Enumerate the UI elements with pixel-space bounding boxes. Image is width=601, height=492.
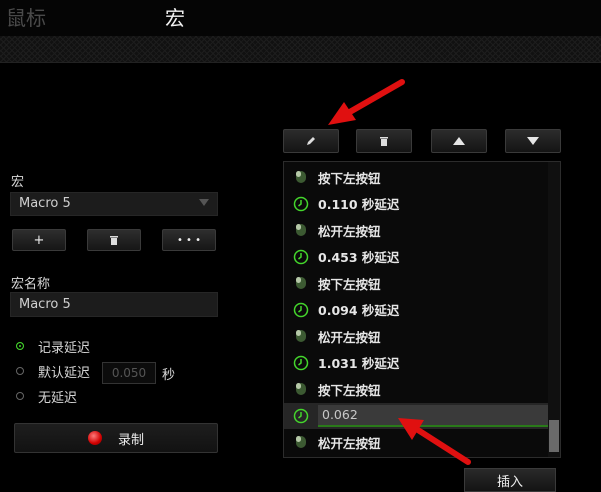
list-item-label: 按下左按钮 [318, 170, 381, 186]
move-down-button[interactable] [505, 129, 561, 153]
clock-icon [292, 354, 310, 372]
add-macro-button[interactable]: + [12, 229, 66, 251]
list-item-label: 按下左按钮 [318, 276, 381, 292]
list-item-label: 松开左按钮 [318, 435, 381, 451]
delay-edit-input[interactable]: 0.062 [318, 404, 548, 427]
record-delay-label: 记录延迟 [38, 341, 91, 356]
list-item-label: 0.110 秒延迟 [318, 197, 400, 212]
list-item[interactable]: 0.453 秒延迟 [284, 244, 548, 270]
mouse-icon [292, 221, 310, 239]
no-delay-label: 无延迟 [38, 391, 78, 406]
list-item[interactable]: 按下左按钮 [284, 164, 548, 190]
list-item[interactable]: 松开左按钮 [284, 429, 548, 455]
macro-select[interactable]: Macro 5 [10, 192, 218, 216]
mouse-icon [292, 274, 310, 292]
macro-name-input[interactable]: Macro 5 [10, 292, 218, 317]
list-item[interactable]: 按下左按钮 [284, 270, 548, 296]
list-item-label: 松开左按钮 [318, 329, 381, 345]
mouse-icon [292, 433, 310, 451]
delete-action-button[interactable] [356, 129, 412, 153]
mouse-icon [292, 327, 310, 345]
list-item-label: 0.453 秒延迟 [318, 250, 400, 265]
insert-button[interactable]: 插入 [464, 468, 556, 492]
chevron-down-icon [199, 199, 209, 206]
record-button-label: 录制 [117, 432, 144, 448]
radio-no-delay[interactable] [16, 392, 24, 400]
trash-icon [110, 236, 118, 245]
scrollbar-track[interactable] [548, 162, 560, 457]
clock-icon [292, 195, 310, 213]
list-item[interactable]: 松开左按钮 [284, 217, 548, 243]
macro-section-label: 宏 [11, 175, 25, 190]
list-item-label: 按下左按钮 [318, 382, 381, 398]
macro-name-label: 宏名称 [11, 277, 51, 292]
record-dot-icon [87, 431, 102, 445]
list-item-label: 1.031 秒延迟 [318, 356, 400, 371]
default-delay-label: 默认延迟 [38, 366, 91, 381]
list-item[interactable]: 0.062 [284, 402, 548, 429]
record-button[interactable]: 录制 [14, 423, 218, 453]
more-options-button[interactable]: • • • [162, 229, 216, 251]
clock-icon [292, 301, 310, 319]
list-item[interactable]: 松开左按钮 [284, 323, 548, 349]
list-item-label: 0.094 秒延迟 [318, 303, 400, 318]
list-item-label: 松开左按钮 [318, 223, 381, 239]
edit-button[interactable] [283, 129, 339, 153]
clock-icon [292, 248, 310, 266]
list-item[interactable]: 0.110 秒延迟 [284, 191, 548, 217]
macro-action-list[interactable]: 松开左按钮 0.062 按下左按钮 1.031 秒延迟 松开左按钮 0.094 秒延迟 按下… [283, 161, 561, 458]
tab-macro[interactable]: 宏 [165, 2, 185, 31]
list-item[interactable]: 1.031 秒延迟 [284, 350, 548, 376]
top-tab-bar: 鼠标 宏 [0, 0, 601, 36]
macro-select-value: Macro 5 [19, 196, 71, 211]
mouse-icon [292, 380, 310, 398]
radio-default-delay[interactable] [16, 367, 24, 375]
mouse-icon [292, 168, 310, 186]
delete-macro-button[interactable] [87, 229, 141, 251]
scrollbar-thumb[interactable] [549, 420, 559, 452]
radio-record-delay[interactable] [16, 342, 24, 350]
trash-icon [380, 137, 388, 146]
triangle-up-icon [453, 137, 465, 145]
header-strip [0, 36, 601, 63]
list-item[interactable]: 0.094 秒延迟 [284, 297, 548, 323]
move-up-button[interactable] [431, 129, 487, 153]
default-delay-input[interactable]: 0.050 [102, 362, 156, 384]
triangle-down-icon [527, 137, 539, 145]
tab-mouse[interactable]: 鼠标 [6, 2, 46, 31]
pencil-icon [307, 137, 315, 145]
clock-icon [292, 407, 310, 425]
delay-unit-label: 秒 [162, 368, 176, 383]
list-item[interactable]: 按下左按钮 [284, 376, 548, 402]
